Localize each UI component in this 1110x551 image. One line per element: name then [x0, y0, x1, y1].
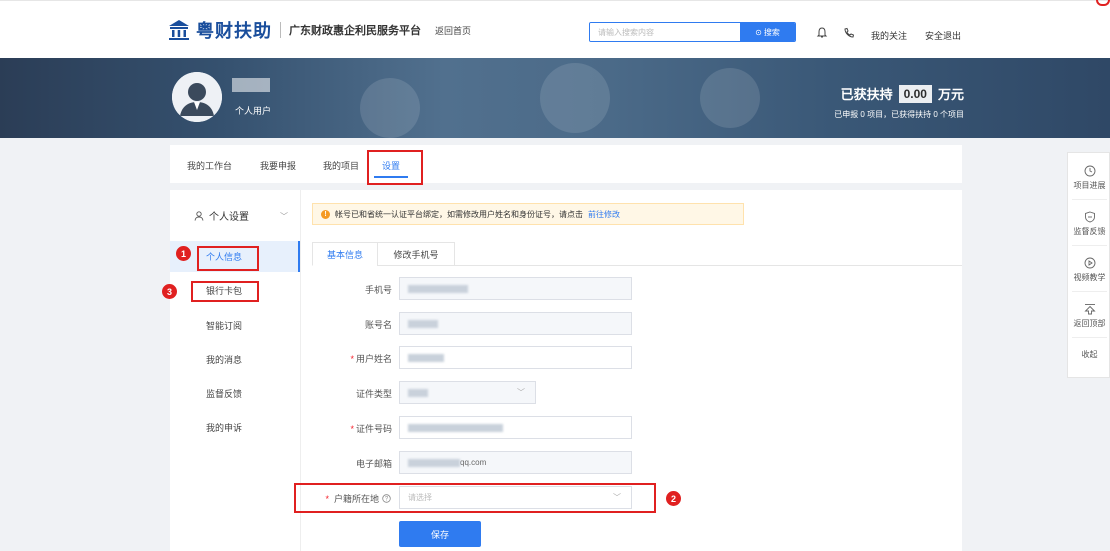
- sidebar-item-label: 我的消息: [206, 355, 243, 365]
- email-domain: qq.com: [460, 458, 487, 467]
- banner-photo-shape: [360, 78, 420, 138]
- sidebar-item-my-messages[interactable]: 我的消息: [170, 344, 300, 375]
- user-type: 个人用户: [235, 106, 272, 116]
- annotation-box-domicile: [294, 483, 656, 513]
- float-separator: [1072, 245, 1107, 246]
- email-prefix-blurred: [408, 458, 460, 467]
- support-summary: 已获扶持 0.00 万元: [841, 84, 964, 103]
- float-collapse-label: 收起: [1081, 350, 1098, 359]
- clock-icon: [1084, 165, 1095, 177]
- id-number-value-blurred: [408, 423, 503, 432]
- name-field[interactable]: [399, 346, 632, 369]
- id-number-field[interactable]: [399, 416, 632, 439]
- bell-icon[interactable]: [816, 27, 828, 39]
- name-label: * 用户姓名: [350, 354, 392, 364]
- chevron-down-icon[interactable]: ﹀: [280, 211, 288, 222]
- user-avatar-icon: [172, 72, 222, 122]
- notice-text: 帐号已和省统一认证平台绑定，如需修改用户姓名和身份证号，请点击: [335, 209, 583, 219]
- sidebar-heading-label: 个人设置: [209, 212, 249, 223]
- banner-photo-shape: [540, 63, 610, 133]
- back-home-link[interactable]: 返回首页: [435, 24, 471, 37]
- my-follow-link[interactable]: 我的关注: [871, 29, 907, 42]
- float-separator: [1072, 199, 1107, 200]
- float-item-label: 项目进展: [1073, 181, 1106, 190]
- support-unit: 万元: [937, 87, 964, 102]
- float-item-label: 返回顶部: [1073, 319, 1106, 328]
- id-type-select: ﹀: [399, 381, 536, 404]
- logout-link[interactable]: 安全退出: [925, 29, 961, 42]
- avatar[interactable]: [172, 72, 222, 122]
- float-item-label: 视频教学: [1073, 273, 1106, 282]
- username-blurred: [232, 78, 270, 92]
- annotation-marker-3: 3: [162, 284, 177, 299]
- subtab-change-phone[interactable]: 修改手机号: [377, 242, 455, 266]
- name-value-blurred: [408, 353, 444, 362]
- sidebar-item-label: 我的申诉: [206, 423, 243, 433]
- id-type-value-blurred: [408, 388, 428, 397]
- account-field: [399, 312, 632, 335]
- float-item-progress[interactable]: 项目进展: [1068, 165, 1110, 191]
- subtab-basic-info[interactable]: 基本信息: [312, 242, 378, 266]
- search-box: ⊙ 搜索: [589, 22, 796, 42]
- sidebar-heading[interactable]: 个人设置: [194, 208, 249, 223]
- arrow-up-icon: [1083, 304, 1096, 315]
- search-icon: ⊙: [755, 27, 762, 37]
- annotation-marker-1: 1: [176, 246, 191, 261]
- binding-notice: ! 帐号已和省统一认证平台绑定，如需修改用户姓名和身份证号，请点击 前往修改: [312, 203, 744, 225]
- phone-label: 手机号: [364, 285, 392, 295]
- float-item-collapse[interactable]: 收起: [1068, 349, 1110, 360]
- user-icon: [194, 210, 204, 221]
- page: 粤财扶助 广东财政惠企利民服务平台 返回首页 ⊙ 搜索 我的关注 安全退出: [0, 0, 1110, 551]
- support-label: 已获扶持: [840, 87, 893, 102]
- notice-link[interactable]: 前往修改: [588, 209, 620, 220]
- top-header: 粤财扶助 广东财政惠企利民服务平台 返回首页 ⊙ 搜索 我的关注 安全退出: [0, 0, 1110, 58]
- phone-field: [399, 277, 632, 300]
- float-item-video[interactable]: 视频教学: [1068, 257, 1110, 283]
- support-subtext: 已申报 0 项目，已获得扶持 0 个项目: [834, 110, 964, 119]
- tab-workbench[interactable]: 我的工作台: [187, 159, 232, 172]
- annotation-box-personal-info: [197, 246, 259, 271]
- account-value-blurred: [408, 319, 438, 328]
- profile-banner: 个人用户 已获扶持 0.00 万元 已申报 0 项目，已获得扶持 0 个项目: [0, 58, 1110, 138]
- chevron-down-icon: ﹀: [517, 388, 525, 397]
- search-button[interactable]: ⊙ 搜索: [740, 23, 795, 41]
- logo-icon: [169, 20, 189, 40]
- sidebar-item-smart-subscription[interactable]: 智能订阅: [170, 310, 300, 341]
- logo-divider: [280, 22, 281, 38]
- id-type-label: 证件类型: [355, 389, 392, 399]
- annotation-box-bank-cards: [191, 281, 259, 302]
- warning-icon: !: [321, 209, 330, 219]
- email-label: 电子邮箱: [355, 459, 392, 469]
- phone-icon[interactable]: [843, 27, 855, 39]
- account-label: 账号名: [364, 320, 392, 330]
- logo-name: 粤财扶助: [196, 21, 272, 41]
- float-item-label: 监督反馈: [1073, 227, 1106, 236]
- search-input[interactable]: [590, 23, 740, 41]
- platform-name: 广东财政惠企利民服务平台: [289, 25, 421, 37]
- save-button[interactable]: 保存: [399, 521, 481, 547]
- floating-toolbar: 项目进展 监督反馈 视频教学 返回顶部 收起: [1067, 152, 1110, 378]
- sidebar-item-label: 监督反馈: [206, 389, 243, 399]
- sidebar-item-feedback[interactable]: 监督反馈: [170, 378, 300, 409]
- phone-value-blurred: [408, 284, 468, 293]
- id-number-label: * 证件号码: [350, 424, 392, 434]
- tab-my-projects[interactable]: 我的项目: [323, 159, 359, 172]
- float-separator: [1072, 291, 1107, 292]
- annotation-box-settings: [367, 150, 423, 185]
- play-icon: [1084, 257, 1095, 269]
- tab-apply[interactable]: 我要申报: [260, 159, 296, 172]
- annotation-marker-2: 2: [666, 491, 681, 506]
- sidebar-item-my-appeals[interactable]: 我的申诉: [170, 412, 300, 443]
- float-separator: [1072, 337, 1107, 338]
- sidebar-item-label: 智能订阅: [206, 321, 243, 331]
- support-amount: 0.00: [898, 84, 932, 103]
- float-item-feedback[interactable]: 监督反馈: [1068, 211, 1110, 237]
- search-button-label: 搜索: [763, 27, 780, 37]
- float-item-back-to-top[interactable]: 返回顶部: [1068, 303, 1110, 329]
- logo[interactable]: 粤财扶助 广东财政惠企利民服务平台 返回首页: [168, 17, 471, 43]
- shield-icon: [1084, 211, 1095, 223]
- banner-photo-shape: [700, 68, 760, 128]
- email-field: qq.com: [399, 451, 632, 474]
